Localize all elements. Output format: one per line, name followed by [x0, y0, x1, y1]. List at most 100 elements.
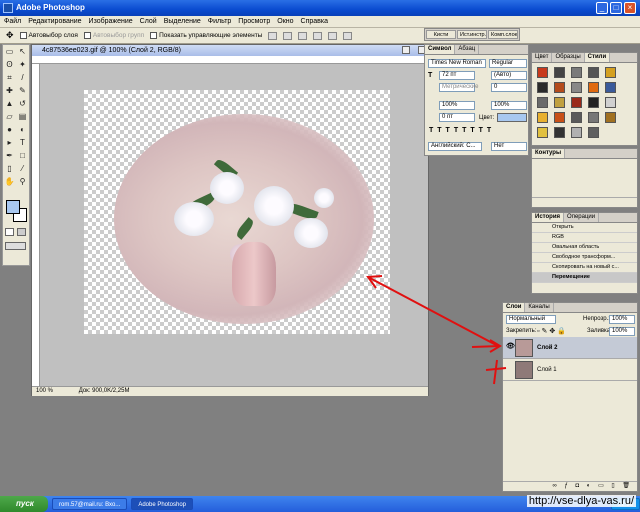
taskbar-item-mail[interactable]: rom.57@mail.ru: Вхо... — [52, 498, 128, 510]
align-bottom-icon[interactable] — [298, 31, 308, 40]
style-swatch[interactable] — [588, 67, 599, 78]
stamp-tool-icon[interactable]: ▲ — [4, 98, 15, 109]
quick-mask-icon[interactable] — [17, 228, 26, 236]
tab-layers[interactable]: Слои — [503, 303, 526, 312]
menu-window[interactable]: Окно — [277, 16, 293, 27]
style-swatch[interactable] — [537, 82, 548, 93]
tab-paragraph[interactable]: Абзац — [455, 45, 480, 54]
history-item[interactable]: RGB — [532, 233, 637, 243]
tracking-field[interactable]: 0 — [491, 83, 527, 92]
lasso-tool-icon[interactable]: ʘ — [4, 59, 15, 70]
style-swatch[interactable] — [571, 82, 582, 93]
notes-tool-icon[interactable]: ▯ — [4, 163, 15, 174]
align-center-icon[interactable] — [328, 31, 338, 40]
tab-paths[interactable]: Контуры — [532, 149, 566, 158]
foreground-color-swatch[interactable] — [6, 200, 20, 214]
eye-icon[interactable]: 👁 — [506, 343, 515, 351]
history-brush-icon[interactable]: ↺ — [17, 98, 28, 109]
document-canvas[interactable] — [84, 90, 390, 334]
close-button[interactable]: × — [624, 2, 636, 14]
layer-row-layer2[interactable]: 👁 Слой 2 — [503, 337, 637, 359]
shape-tool-icon[interactable]: □ — [17, 150, 28, 161]
align-left-icon[interactable] — [313, 31, 323, 40]
style-swatch[interactable] — [537, 112, 548, 123]
font-size-field[interactable]: 72 пт — [439, 71, 475, 80]
style-swatch[interactable] — [588, 112, 599, 123]
blur-tool-icon[interactable]: ● — [4, 124, 15, 135]
menu-edit[interactable]: Редактирование — [28, 16, 81, 27]
opacity-field[interactable]: 100% — [609, 315, 635, 324]
style-swatch[interactable] — [605, 112, 616, 123]
style-swatch[interactable] — [588, 82, 599, 93]
menu-file[interactable]: Файл — [4, 16, 21, 27]
align-middle-icon[interactable] — [283, 31, 293, 40]
marquee-tool-icon[interactable]: ▭ — [4, 46, 15, 57]
language-select[interactable]: Английский: С... — [428, 142, 482, 151]
menu-image[interactable]: Изображение — [89, 16, 133, 27]
layer-row-layer1[interactable]: Слой 1 — [503, 359, 637, 381]
eraser-tool-icon[interactable]: ▱ — [4, 111, 15, 122]
style-swatch[interactable] — [588, 127, 599, 138]
menu-filter[interactable]: Фильтр — [208, 16, 232, 27]
tab-character[interactable]: Символ — [425, 45, 456, 54]
align-right-icon[interactable] — [343, 31, 353, 40]
show-controls-option[interactable]: Показать управляющие элементы — [150, 31, 262, 39]
history-item[interactable]: Овальная область — [532, 243, 637, 253]
menu-layer[interactable]: Слой — [140, 16, 157, 27]
leading-field[interactable]: (Авто) — [491, 71, 527, 80]
fill-field[interactable]: 100% — [609, 327, 635, 336]
lock-icons[interactable]: ▫✎✥🔒 — [537, 327, 568, 335]
taskbar-item-photoshop[interactable]: Adobe Photoshop — [131, 498, 194, 510]
eyedropper-icon[interactable]: ⁄ — [17, 163, 28, 174]
baseline-shift-field[interactable]: 0 пт — [439, 113, 475, 122]
style-swatch[interactable] — [605, 67, 616, 78]
style-swatch[interactable] — [605, 97, 616, 108]
tab-channels[interactable]: Каналы — [525, 303, 554, 312]
move-tool-icon[interactable]: ↖ — [17, 46, 28, 57]
style-swatch[interactable] — [554, 82, 565, 93]
layers-footer-buttons[interactable]: ∞ ƒ ◘ ◐ ▭ ▯ 🗑 — [503, 481, 637, 491]
minimize-button[interactable]: _ — [596, 2, 608, 14]
kerning-field[interactable]: Метрические — [439, 83, 478, 92]
auto-select-group-option[interactable]: Автовыбор групп — [83, 31, 144, 39]
align-top-icon[interactable] — [268, 31, 278, 40]
history-item[interactable]: Скопировать на новый с... — [532, 263, 637, 273]
history-item-current[interactable]: Перемещение — [532, 273, 637, 283]
history-item[interactable]: Открыть — [532, 223, 637, 233]
start-button[interactable]: пуск — [0, 496, 48, 512]
gradient-tool-icon[interactable]: ▤ — [17, 111, 28, 122]
well-tab-tool-presets[interactable]: Ист.инстр. — [457, 30, 487, 39]
tab-swatches[interactable]: Образцы — [552, 53, 585, 62]
tab-history[interactable]: История — [532, 213, 565, 222]
tab-color[interactable]: Цвет — [532, 53, 553, 62]
style-swatch[interactable] — [554, 127, 565, 138]
well-tab-brushes[interactable]: Кисти — [426, 30, 456, 39]
blend-mode-select[interactable]: Нормальный — [506, 315, 556, 324]
text-color-swatch[interactable] — [497, 113, 527, 122]
style-swatch[interactable] — [571, 97, 582, 108]
style-swatch[interactable] — [554, 67, 565, 78]
well-tab-layer-comps[interactable]: Комп.слоев — [488, 30, 518, 39]
style-swatch[interactable] — [571, 112, 582, 123]
zoom-tool-icon[interactable]: ⚲ — [17, 176, 28, 187]
style-swatch[interactable] — [554, 112, 565, 123]
auto-select-layer-option[interactable]: Автовыбор слоя — [19, 31, 78, 39]
auto-select-group-checkbox[interactable] — [83, 31, 91, 39]
standard-mode-icon[interactable] — [5, 228, 14, 236]
type-tool-icon[interactable]: T — [17, 137, 28, 148]
oval-photo-layer[interactable] — [114, 114, 374, 324]
dodge-tool-icon[interactable]: ◐ — [17, 124, 28, 135]
horizontal-scale-field[interactable]: 100% — [491, 101, 527, 110]
slice-tool-icon[interactable]: / — [17, 72, 28, 83]
text-style-buttons[interactable]: TTTTTTTT — [429, 127, 495, 134]
tab-styles[interactable]: Стили — [584, 53, 611, 62]
zoom-level[interactable]: 100 % — [36, 388, 53, 394]
magic-wand-icon[interactable]: ✦ — [17, 59, 28, 70]
maximize-button[interactable]: □ — [610, 2, 622, 14]
hand-tool-icon[interactable]: ✋ — [4, 176, 15, 187]
style-swatch[interactable] — [605, 82, 616, 93]
menu-select[interactable]: Выделение — [164, 16, 201, 27]
style-swatch[interactable] — [554, 97, 565, 108]
healing-brush-icon[interactable]: ✚ — [4, 85, 15, 96]
doc-minimize-button[interactable] — [402, 46, 410, 54]
